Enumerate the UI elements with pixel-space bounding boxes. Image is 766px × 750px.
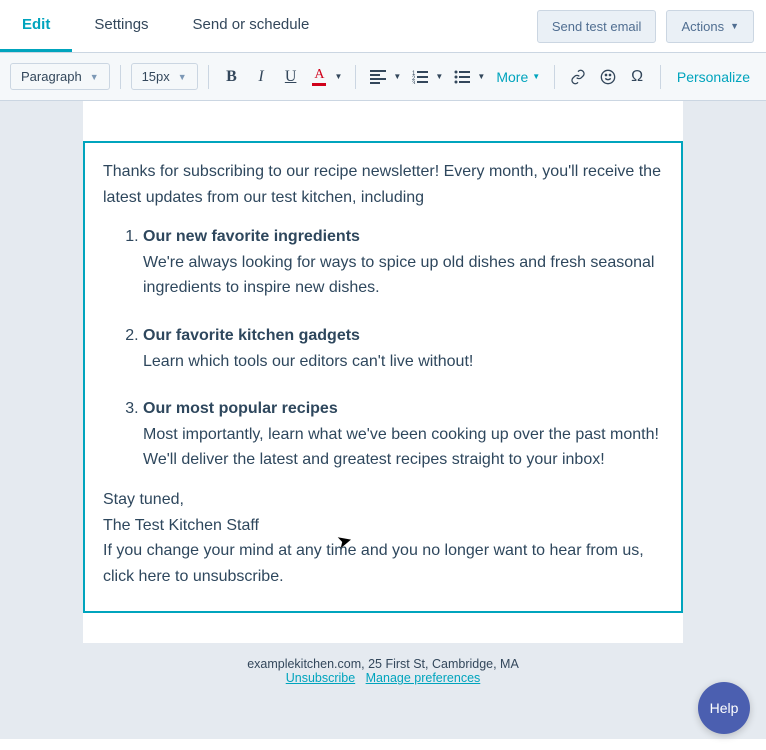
format-toolbar: Paragraph ▼ 15px ▼ B I U A ▼ ▼ 1 2 3 ▼ bbox=[0, 53, 766, 101]
email-body-block[interactable]: Thanks for subscribing to our recipe new… bbox=[83, 141, 683, 613]
italic-button[interactable]: I bbox=[248, 63, 274, 91]
divider bbox=[208, 65, 209, 89]
font-size-select[interactable]: 15px ▼ bbox=[131, 63, 198, 90]
font-size-label: 15px bbox=[142, 69, 170, 84]
canvas-area: Thanks for subscribing to our recipe new… bbox=[0, 101, 766, 739]
caret-down-icon[interactable]: ▼ bbox=[390, 72, 404, 81]
unordered-list-button[interactable]: ▼ bbox=[450, 63, 488, 91]
caret-down-icon[interactable]: ▼ bbox=[331, 72, 345, 81]
caret-down-icon[interactable]: ▼ bbox=[474, 72, 488, 81]
align-left-icon bbox=[370, 70, 386, 84]
ordered-list-icon: 1 2 3 bbox=[412, 70, 428, 84]
list-item-desc: Most importantly, learn what we've been … bbox=[143, 426, 659, 469]
list-item: Our most popular recipes Most importantl… bbox=[143, 396, 663, 473]
block-type-select[interactable]: Paragraph ▼ bbox=[10, 63, 110, 90]
list-item: Our new favorite ingredients We're alway… bbox=[143, 224, 663, 301]
list-item-desc: We're always looking for ways to spice u… bbox=[143, 254, 654, 297]
email-footer: examplekitchen.com, 25 First St, Cambrid… bbox=[0, 643, 766, 699]
divider bbox=[120, 65, 121, 89]
link-button[interactable] bbox=[565, 63, 591, 91]
unordered-list-icon bbox=[454, 70, 470, 84]
signoff-line-1: Stay tuned, bbox=[103, 487, 663, 513]
nav-tabs: Edit Settings Send or schedule bbox=[0, 0, 331, 52]
align-button[interactable]: ▼ bbox=[366, 63, 404, 91]
bold-button[interactable]: B bbox=[219, 63, 245, 91]
svg-text:3: 3 bbox=[412, 81, 416, 84]
emoji-button[interactable] bbox=[595, 63, 621, 91]
caret-down-icon: ▼ bbox=[178, 72, 187, 82]
send-test-label: Send test email bbox=[552, 19, 642, 34]
caret-down-icon: ▼ bbox=[90, 72, 99, 82]
list-item: Our favorite kitchen gadgets Learn which… bbox=[143, 323, 663, 374]
top-bar: Edit Settings Send or schedule Send test… bbox=[0, 0, 766, 53]
list-item-title: Our most popular recipes bbox=[143, 400, 338, 417]
ordered-list-button[interactable]: 1 2 3 ▼ bbox=[408, 63, 446, 91]
divider bbox=[355, 65, 356, 89]
underline-button[interactable]: U bbox=[278, 63, 304, 91]
text-color-button[interactable]: A ▼ bbox=[307, 63, 345, 91]
block-type-label: Paragraph bbox=[21, 69, 82, 84]
caret-down-icon: ▼ bbox=[730, 21, 739, 31]
list-item-title: Our new favorite ingredients bbox=[143, 228, 360, 245]
list-item-title: Our favorite kitchen gadgets bbox=[143, 327, 360, 344]
unsubscribe-note: If you change your mind at any time and … bbox=[103, 538, 663, 589]
link-icon bbox=[570, 69, 586, 85]
tab-edit[interactable]: Edit bbox=[0, 0, 72, 52]
top-actions: Send test email Actions ▼ bbox=[537, 0, 754, 52]
personalize-button[interactable]: Personalize bbox=[671, 69, 756, 85]
manage-preferences-link[interactable]: Manage preferences bbox=[366, 671, 481, 685]
divider bbox=[660, 65, 661, 89]
numbered-list: Our new favorite ingredients We're alway… bbox=[103, 224, 663, 473]
send-test-email-button[interactable]: Send test email bbox=[537, 10, 657, 43]
email-page: Thanks for subscribing to our recipe new… bbox=[83, 101, 683, 643]
intro-paragraph: Thanks for subscribing to our recipe new… bbox=[103, 159, 663, 210]
signoff-line-2: The Test Kitchen Staff bbox=[103, 513, 663, 539]
help-button[interactable]: Help bbox=[698, 682, 750, 734]
special-char-button[interactable]: Ω bbox=[624, 63, 650, 91]
footer-address: examplekitchen.com, 25 First St, Cambrid… bbox=[0, 657, 766, 671]
unsubscribe-link[interactable]: Unsubscribe bbox=[286, 671, 355, 685]
caret-down-icon[interactable]: ▼ bbox=[432, 72, 446, 81]
tab-send-schedule[interactable]: Send or schedule bbox=[171, 0, 332, 52]
divider bbox=[554, 65, 555, 89]
more-button[interactable]: More ▼ bbox=[492, 69, 544, 85]
actions-button[interactable]: Actions ▼ bbox=[666, 10, 754, 43]
more-label: More bbox=[496, 69, 528, 85]
text-color-icon: A bbox=[312, 68, 326, 86]
caret-down-icon: ▼ bbox=[532, 72, 540, 81]
smile-icon bbox=[600, 69, 616, 85]
list-item-desc: Learn which tools our editors can't live… bbox=[143, 353, 473, 370]
tab-settings[interactable]: Settings bbox=[72, 0, 170, 52]
actions-label: Actions bbox=[681, 19, 724, 34]
